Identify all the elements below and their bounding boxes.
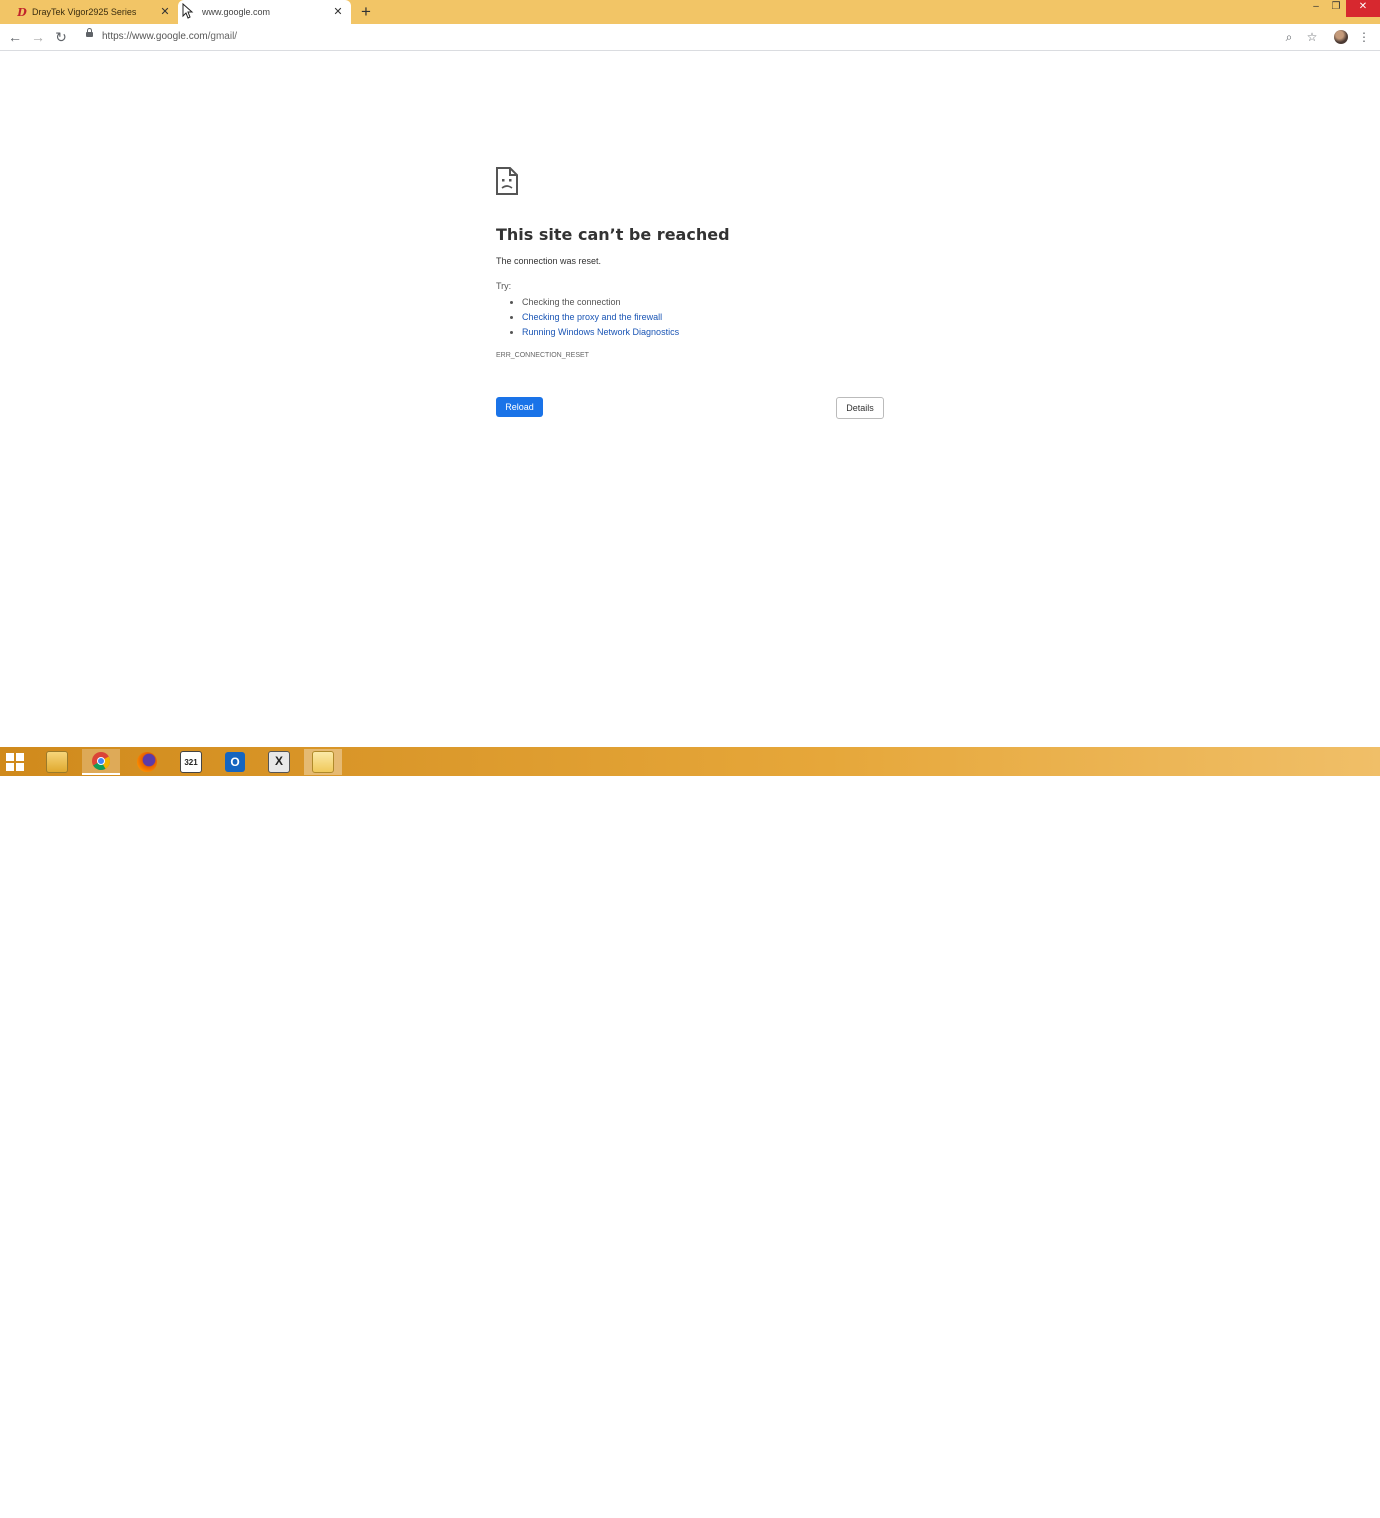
suggestion-network-diagnostics[interactable]: Running Windows Network Diagnostics [522, 325, 679, 340]
url-text[interactable]: https://www.google.com/gmail/ [102, 31, 237, 42]
display-icon[interactable]: ▭ [1276, 1503, 1284, 1512]
tab-strip: D DrayTek Vigor2925 Series ✕ www.google.… [0, 0, 1380, 24]
details-button[interactable]: Details [836, 397, 884, 419]
lock-icon [86, 28, 93, 37]
zoom-icon[interactable]: ⌕ [1281, 28, 1297, 46]
tab-close-icon[interactable]: ✕ [158, 5, 172, 19]
tray-action-icon[interactable]: ◧ [1240, 1503, 1248, 1512]
browser-toolbar: ← → ↻ https://www.google.com/gmail/ ⌕ ☆ … [0, 24, 1380, 51]
calendar-icon[interactable]: 321 [172, 749, 210, 775]
volume-icon[interactable]: ◀) [1258, 1503, 1267, 1512]
page-title: This site can’t be reached [496, 225, 730, 244]
windows-start-icon[interactable] [6, 753, 24, 771]
bookmark-star-icon[interactable]: ☆ [1304, 28, 1320, 46]
clock-time: 9:47 AM [1330, 1498, 1360, 1507]
taskbar: 321 O X ▲ ✉ ▦ ◧ ◀) ▭ ENG 9:47 AM 07/06/2… [0, 747, 1380, 1517]
tab-google[interactable]: www.google.com ✕ [178, 0, 351, 24]
tab-title: DrayTek Vigor2925 Series [32, 7, 137, 17]
forward-button[interactable]: → [29, 28, 47, 46]
close-window-button[interactable]: ✕ [1346, 0, 1380, 17]
outlook-icon[interactable]: O [216, 749, 254, 775]
suggestion-check-connection: Checking the connection [522, 295, 679, 310]
error-description: The connection was reset. [496, 256, 602, 266]
system-clock[interactable]: 9:47 AM 07/06/2019 [1318, 1498, 1372, 1518]
minimize-button[interactable]: – [1306, 0, 1326, 14]
tab-draytek[interactable]: D DrayTek Vigor2925 Series ✕ [8, 0, 178, 24]
tab-title: www.google.com [202, 7, 271, 17]
try-label: Try: [496, 281, 512, 291]
proxy-firewall-link[interactable]: Checking the proxy and the firewall [522, 312, 662, 322]
tray-network-icon[interactable]: ▦ [1222, 1503, 1230, 1512]
chrome-logo-icon [92, 752, 111, 771]
excel-icon[interactable]: X [260, 749, 298, 775]
reload-page-button[interactable]: ↻ [52, 28, 70, 46]
clock-date: 07/06/2019 [1324, 1508, 1366, 1517]
tray-overflow-icon[interactable]: ▲ [1190, 1503, 1198, 1512]
maximize-button[interactable]: ❐ [1326, 0, 1346, 14]
profile-avatar[interactable] [1334, 30, 1348, 44]
folder-icon[interactable] [304, 749, 342, 775]
suggestion-list: Checking the connection Checking the pro… [508, 295, 679, 340]
reload-button[interactable]: Reload [496, 397, 543, 417]
file-explorer-icon[interactable] [38, 749, 76, 775]
sad-page-icon [496, 167, 518, 195]
menu-icon[interactable]: ⋮ [1356, 28, 1372, 46]
back-button[interactable]: ← [6, 28, 24, 46]
language-indicator[interactable]: ENG [1296, 1503, 1313, 1512]
draytek-favicon-icon: D [17, 5, 27, 19]
mouse-cursor-icon [182, 3, 194, 19]
suggestion-check-proxy[interactable]: Checking the proxy and the firewall [522, 310, 679, 325]
chrome-icon[interactable] [82, 749, 120, 775]
firefox-icon[interactable] [128, 749, 166, 775]
network-diagnostics-link[interactable]: Running Windows Network Diagnostics [522, 327, 679, 337]
address-bar[interactable]: https://www.google.com/gmail/ [80, 26, 1325, 48]
new-tab-button[interactable]: + [358, 3, 374, 21]
error-code: ERR_CONNECTION_RESET [496, 352, 589, 359]
tab-close-icon[interactable]: ✕ [331, 5, 345, 19]
tray-mail-icon[interactable]: ✉ [1206, 1503, 1213, 1512]
